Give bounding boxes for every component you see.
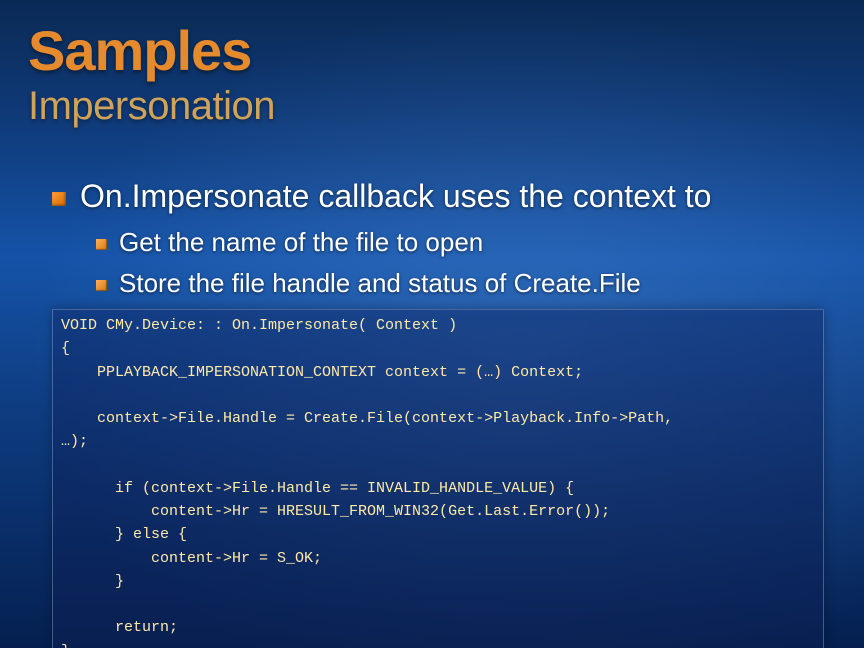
bullet-level2: Store the file handle and status of Crea… [96, 268, 824, 299]
code-text: VOID CMy.Device: : On.Impersonate( Conte… [61, 314, 815, 648]
bullet-level1: On.Impersonate callback uses the context… [52, 178, 824, 215]
slide: Samples Impersonation On.Impersonate cal… [0, 0, 864, 648]
bullet-text: On.Impersonate callback uses the context… [80, 178, 711, 215]
bullet-text: Get the name of the file to open [119, 227, 483, 258]
bullet-marker-icon [52, 192, 66, 206]
slide-content: On.Impersonate callback uses the context… [52, 178, 824, 648]
code-block: VOID CMy.Device: : On.Impersonate( Conte… [52, 309, 824, 648]
slide-subtitle: Impersonation [28, 84, 275, 129]
slide-title: Samples [28, 18, 251, 83]
bullet-level2: Get the name of the file to open [96, 227, 824, 258]
bullet-text: Store the file handle and status of Crea… [119, 268, 641, 299]
bullet-marker-icon [96, 239, 107, 250]
bullet-marker-icon [96, 280, 107, 291]
